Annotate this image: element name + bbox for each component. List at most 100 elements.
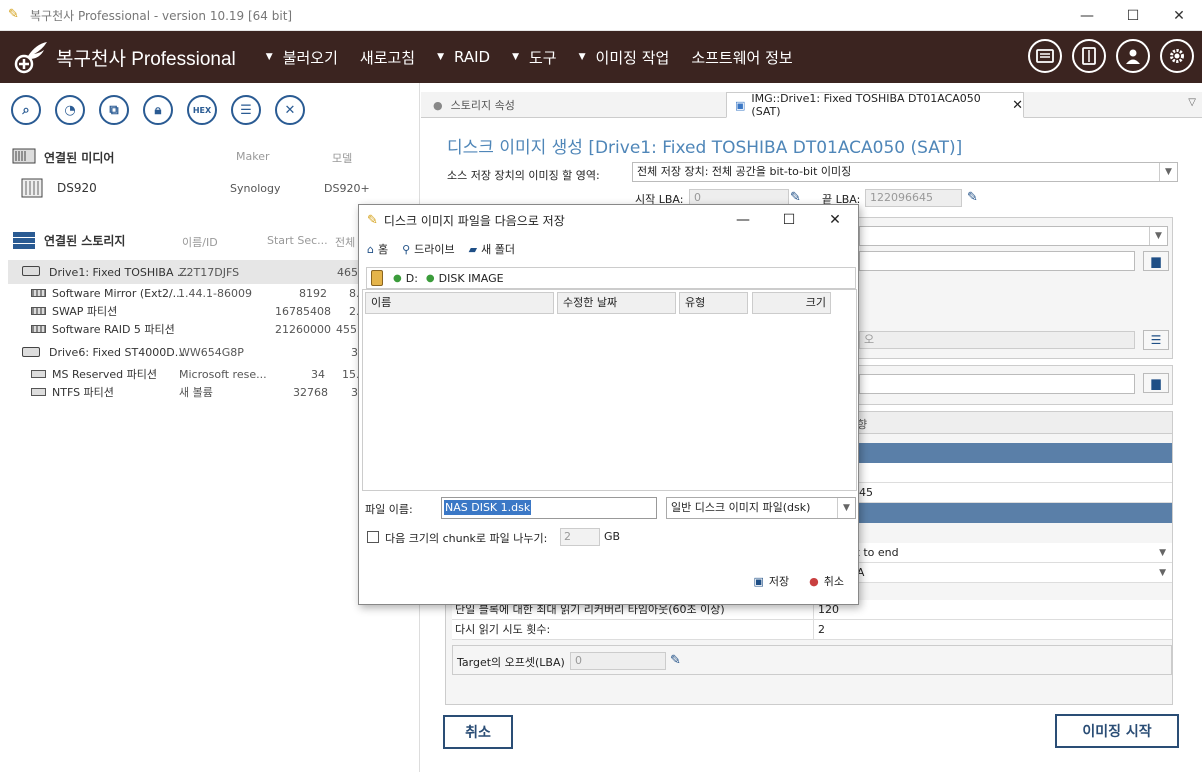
window-title: 복구천사 Professional - version 10.19 [64 bi… — [30, 8, 293, 23]
storage-row-part[interactable]: Software RAID 5 파티션 21260000 455. — [0, 319, 420, 339]
search-icon[interactable]: ⌕ — [11, 95, 41, 125]
dialog-window-controls: — ☐ ✕ — [720, 205, 858, 235]
tab-close-icon[interactable]: ✕ — [1012, 98, 1023, 113]
target-offset-panel: Target의 오프셋(LBA) 0 ✎ — [452, 645, 1172, 675]
maximize-button[interactable]: ☐ — [1110, 0, 1156, 31]
chunk-size-input[interactable]: 2 — [560, 528, 600, 546]
storage-row-name: SWAP 파티션 — [52, 305, 118, 318]
minimize-button[interactable]: — — [720, 205, 766, 235]
list-icon[interactable]: ☰ — [231, 95, 261, 125]
target-offset-input[interactable]: 0 — [570, 652, 666, 670]
target-path-field[interactable] — [859, 251, 1135, 271]
file-list[interactable]: 이름 수정한 날짜 유형 크기 — [362, 289, 857, 491]
partition-icon — [31, 325, 46, 333]
settings-label: 다시 읽기 시도 횟수: — [455, 623, 551, 636]
col-header-name[interactable]: 이름 — [365, 292, 554, 314]
storage-row-total: 15. — [342, 367, 360, 381]
media-maker: Synology — [230, 181, 281, 195]
storage-row-part[interactable]: NTFS 파티션 새 볼륨 32768 3. — [0, 382, 420, 402]
tab-storage-props[interactable]: ● 스토리지 속성 — [433, 92, 723, 118]
storage-row-part[interactable]: Software Mirror (Ext2/... 1.44.1-86009 8… — [0, 283, 420, 303]
menu-about[interactable]: 소프트웨어 정보 — [691, 47, 792, 68]
menu-about-label: 소프트웨어 정보 — [691, 48, 793, 67]
menu-tools[interactable]: ▼ 도구 — [512, 47, 557, 68]
col-total: 전체 — [335, 236, 356, 249]
hex-icon[interactable]: HEX — [187, 95, 217, 125]
app-header: 복구천사 Professional ▼ 불러오기 새로고침 ▼ RAID ▼ 도구 ▼… — [0, 31, 1202, 83]
target-select[interactable]: ▼ — [859, 226, 1168, 246]
storage-row-name: NTFS 파티션 — [52, 386, 114, 399]
filetype-select[interactable]: 일반 디스크 이미지 파일(dsk) ▼ — [666, 497, 856, 519]
source-area-select[interactable]: 전체 저장 장치: 전체 공간을 bit-to-bit 이미징 ▼ — [632, 162, 1178, 182]
storage-row-id: WW654G8P — [179, 345, 244, 359]
nav-new-folder[interactable]: ▰ 새 폴더 — [469, 241, 515, 257]
end-lba-input[interactable]: 122096645 — [865, 189, 962, 207]
page-title: 디스크 이미지 생성 [Drive1: Fixed TOSHIBA DT01AC… — [447, 138, 963, 158]
tab-menu-icon[interactable]: ▽ — [1188, 97, 1196, 108]
storage-row-part[interactable]: SWAP 파티션 16785408 2. — [0, 301, 420, 321]
col-header-modified[interactable]: 수정한 날짜 — [557, 292, 676, 314]
menu-raid[interactable]: ▼ RAID — [437, 48, 490, 66]
disk-scan-icon[interactable]: ◔ — [55, 95, 85, 125]
nav-drives[interactable]: ⚲ 드라이브 — [402, 241, 455, 257]
lock-icon[interactable]: 🔒︎ — [143, 95, 173, 125]
storage-row-drive6[interactable]: Drive6: Fixed ST4000D... WW654G8P 3. — [0, 342, 420, 362]
close-icon[interactable]: ✕ — [275, 95, 305, 125]
storage-row-name: Software RAID 5 파티션 — [52, 323, 175, 336]
filename-input[interactable]: NAS DISK 1.dsk — [441, 497, 657, 519]
breadcrumb-folder[interactable]: DISK IMAGE — [439, 272, 504, 285]
chevron-down-icon: ▼ — [1149, 227, 1167, 245]
storage-row-part[interactable]: MS Reserved 파티션 Microsoft rese... 34 15. — [0, 364, 420, 384]
col-maker: Maker — [236, 150, 270, 163]
menu-imaging[interactable]: ▼ 이미징 작업 — [579, 47, 670, 68]
cancel-button[interactable]: 취소 — [443, 715, 513, 749]
nav-new-folder-label: 새 폴더 — [481, 243, 515, 256]
media-row[interactable]: DS920 Synology DS920+ — [0, 178, 420, 198]
col-name-id: 이름/ID — [182, 236, 218, 249]
col-header-size[interactable]: 크기 — [752, 292, 831, 314]
cancel-dialog-button[interactable]: ● 취소 — [809, 573, 844, 589]
output-path-field[interactable] — [859, 374, 1135, 394]
browse-output-button[interactable]: ▆ — [1143, 373, 1169, 393]
drive-icon[interactable] — [1072, 39, 1106, 73]
close-button[interactable]: ✕ — [812, 205, 858, 235]
tab-imaging[interactable]: ▣ IMG::Drive1: Fixed TOSHIBA DT01ACA050 … — [726, 92, 1024, 118]
menu-refresh[interactable]: 새로고침 — [360, 47, 415, 68]
menu-load[interactable]: ▼ 불러오기 — [266, 47, 338, 68]
partition-icon — [31, 388, 46, 396]
settings-row-retries[interactable]: 다시 읽기 시도 횟수: 2 — [452, 620, 1172, 640]
logo-icon — [14, 42, 47, 74]
storage-row-name: MS Reserved 파티션 — [52, 368, 158, 381]
main-menu: ▼ 불러오기 새로고침 ▼ RAID ▼ 도구 ▼ 이미징 작업 소프트웨어 정보 — [266, 47, 815, 68]
browse-folder-button[interactable]: ▆ — [1143, 251, 1169, 271]
edit-offset-icon[interactable]: ✎ — [670, 653, 686, 669]
save-image-dialog: ✎ 디스크 이미지 파일을 다음으로 저장 — ☐ ✕ ⌂ 홈 ⚲ 드라이브 ▰ 새 … — [358, 204, 859, 605]
storage-row-name: Drive6: Fixed ST4000D... — [49, 345, 186, 359]
nav-home[interactable]: ⌂ 홈 — [367, 241, 388, 257]
maximize-button[interactable]: ☐ — [766, 205, 812, 235]
storage-row-start: 8192 — [299, 286, 327, 300]
dialog-nav: ⌂ 홈 ⚲ 드라이브 ▰ 새 폴더 — [367, 241, 515, 257]
menu-imaging-label: 이미징 작업 — [595, 48, 670, 67]
start-imaging-button[interactable]: 이미징 시작 — [1055, 714, 1179, 748]
col-header-type[interactable]: 유형 — [679, 292, 748, 314]
breadcrumb-drive[interactable]: D: — [406, 272, 418, 285]
dialog-titlebar: ✎ 디스크 이미지 파일을 다음으로 저장 — ☐ ✕ — [359, 205, 858, 235]
target-extra-field[interactable]: 오 — [859, 331, 1135, 349]
user-icon[interactable] — [1116, 39, 1150, 73]
new-folder-icon: ▰ — [468, 243, 478, 256]
panel-icon[interactable] — [1028, 39, 1062, 73]
folder-icon — [371, 270, 383, 286]
minimize-button[interactable]: — — [1064, 0, 1110, 31]
edit-end-lba-icon[interactable]: ✎ — [967, 190, 983, 206]
source-area-value: 전체 저장 장치: 전체 공간을 bit-to-bit 이미징 — [637, 165, 852, 178]
gear-icon[interactable] — [1160, 39, 1194, 73]
save-button[interactable]: ▣ 저장 — [753, 573, 789, 589]
chevron-down-icon: ▼ — [1159, 568, 1166, 578]
close-button[interactable]: ✕ — [1156, 0, 1202, 31]
nas-icon — [21, 178, 43, 198]
drives-icon: ⚲ — [402, 243, 411, 256]
list-button[interactable]: ☰ — [1143, 330, 1169, 350]
clone-icon[interactable]: ⧉ — [99, 95, 129, 125]
chunk-checkbox[interactable] — [367, 531, 379, 543]
